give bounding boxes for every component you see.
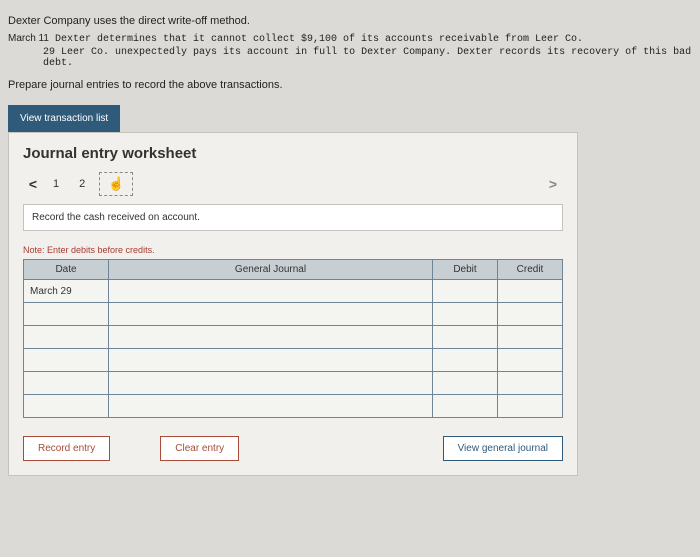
cell-gj[interactable]	[109, 280, 433, 303]
cell-debit[interactable]	[433, 303, 498, 326]
cell-date[interactable]	[24, 303, 109, 326]
instruction-prepare: Prepare journal entries to record the ab…	[8, 79, 692, 91]
worksheet-title: Journal entry worksheet	[23, 145, 563, 162]
cell-debit[interactable]	[433, 372, 498, 395]
cell-gj[interactable]	[109, 372, 433, 395]
cell-date[interactable]	[24, 349, 109, 372]
cell-credit[interactable]	[498, 326, 563, 349]
intro-line3-date: 29	[43, 47, 55, 58]
cell-gj[interactable]	[109, 349, 433, 372]
col-header-debit: Debit	[433, 260, 498, 280]
table-row[interactable]	[24, 395, 563, 418]
cell-credit[interactable]	[498, 349, 563, 372]
cell-date[interactable]: March 29	[24, 280, 109, 303]
intro-line2: March 11 Dexter determines that it canno…	[8, 33, 692, 45]
hand-pointer-icon: ☝	[108, 176, 124, 191]
intro-line3-text: Leer Co. unexpectedly pays its account i…	[43, 47, 691, 69]
tab-active[interactable]: ☝	[99, 172, 133, 196]
tab-1[interactable]: 1	[43, 174, 69, 194]
intro-line2-text: Dexter determines that it cannot collect…	[55, 34, 583, 45]
cell-gj[interactable]	[109, 303, 433, 326]
cell-debit[interactable]	[433, 326, 498, 349]
cell-date[interactable]	[24, 372, 109, 395]
col-header-date: Date	[24, 260, 109, 280]
cell-debit[interactable]	[433, 280, 498, 303]
cell-date[interactable]	[24, 395, 109, 418]
cell-date[interactable]	[24, 326, 109, 349]
table-row[interactable]	[24, 303, 563, 326]
journal-entry-table: Date General Journal Debit Credit March …	[23, 259, 563, 418]
intro-line2-date: March 11	[8, 33, 49, 44]
cell-gj[interactable]	[109, 395, 433, 418]
cell-credit[interactable]	[498, 395, 563, 418]
chevron-left-icon[interactable]: <	[23, 176, 43, 192]
note-text: Note: Enter debits before credits.	[23, 245, 563, 255]
view-general-journal-button[interactable]: View general journal	[443, 436, 563, 461]
tab-2[interactable]: 2	[69, 174, 95, 194]
col-header-general-journal: General Journal	[109, 260, 433, 280]
journal-entry-worksheet: Journal entry worksheet < 1 2 ☝ > Record…	[8, 132, 578, 476]
view-transaction-list-button[interactable]: View transaction list	[8, 105, 120, 132]
intro-line1: Dexter Company uses the direct write-off…	[8, 15, 692, 27]
clear-entry-button[interactable]: Clear entry	[160, 436, 239, 461]
button-row: Record entry Clear entry View general jo…	[23, 436, 563, 461]
table-row[interactable]	[24, 326, 563, 349]
record-entry-button[interactable]: Record entry	[23, 436, 110, 461]
table-row[interactable]	[24, 349, 563, 372]
cell-gj[interactable]	[109, 326, 433, 349]
cell-debit[interactable]	[433, 349, 498, 372]
entry-instruction: Record the cash received on account.	[23, 204, 563, 231]
tab-row: < 1 2 ☝ >	[23, 172, 563, 196]
cell-credit[interactable]	[498, 280, 563, 303]
table-header-row: Date General Journal Debit Credit	[24, 260, 563, 280]
cell-credit[interactable]	[498, 372, 563, 395]
cell-debit[interactable]	[433, 395, 498, 418]
col-header-credit: Credit	[498, 260, 563, 280]
table-row[interactable]: March 29	[24, 280, 563, 303]
table-row[interactable]	[24, 372, 563, 395]
cell-credit[interactable]	[498, 303, 563, 326]
chevron-right-icon[interactable]: >	[543, 176, 563, 192]
intro-line3: 29 Leer Co. unexpectedly pays its accoun…	[8, 47, 692, 69]
